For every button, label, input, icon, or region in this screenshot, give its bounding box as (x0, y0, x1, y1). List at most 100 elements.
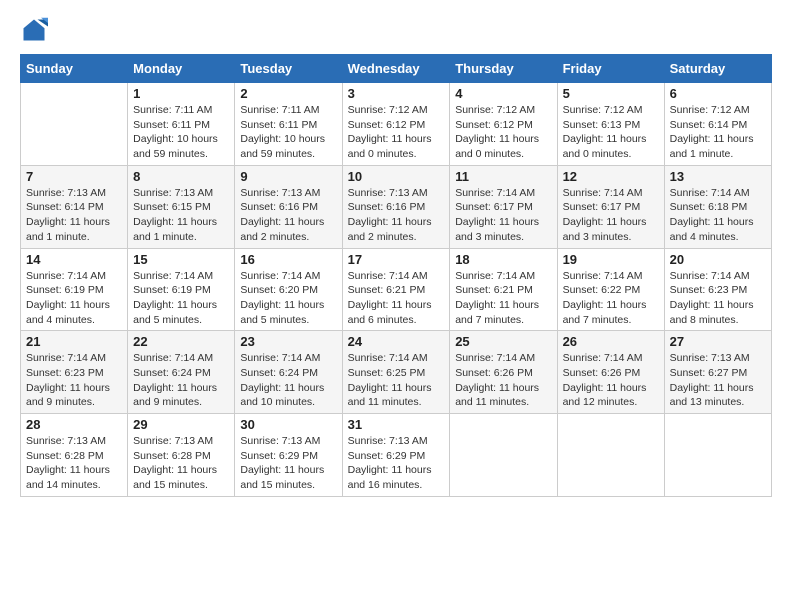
day-number: 11 (455, 169, 551, 184)
week-row-4: 21 Sunrise: 7:14 AM Sunset: 6:23 PM Dayli… (21, 331, 772, 414)
weekday-header-saturday: Saturday (664, 55, 771, 83)
day-number: 28 (26, 417, 122, 432)
day-info: Sunrise: 7:14 AM Sunset: 6:24 PM Dayligh… (133, 351, 229, 410)
weekday-header-row: SundayMondayTuesdayWednesdayThursdayFrid… (21, 55, 772, 83)
calendar-cell: 4Sunrise: 7:12 AM Sunset: 6:12 PM Daylig… (450, 83, 557, 166)
day-number: 2 (240, 86, 336, 101)
calendar-cell: 2 Sunrise: 7:11 AM Sunset: 6:11 PM Daylig… (235, 83, 342, 166)
calendar-cell (450, 414, 557, 497)
day-info: Sunrise: 7:14 AM Sunset: 6:22 PM Dayligh… (563, 269, 659, 328)
day-number: 29 (133, 417, 229, 432)
day-info: Sunrise: 7:13 AM Sunset: 6:29 PM Dayligh… (240, 434, 336, 493)
calendar-cell: 19 Sunrise: 7:14 AM Sunset: 6:22 PM Dayli… (557, 248, 664, 331)
day-info: Sunrise: 7:11 AM Sunset: 6:11 PM Dayligh… (133, 103, 229, 162)
day-info: Sunrise: 7:12 AM Sunset: 6:12 PM Dayligh… (348, 103, 445, 162)
day-info: Sunrise: 7:13 AM Sunset: 6:16 PM Dayligh… (240, 186, 336, 245)
day-number: 18 (455, 252, 551, 267)
day-info: Sunrise: 7:14 AM Sunset: 6:21 PM Dayligh… (348, 269, 445, 328)
calendar-cell (557, 414, 664, 497)
day-info: Sunrise: 7:13 AM Sunset: 6:27 PM Dayligh… (670, 351, 766, 410)
day-info: Sunrise: 7:14 AM Sunset: 6:24 PM Dayligh… (240, 351, 336, 410)
day-number: 27 (670, 334, 766, 349)
day-info: Sunrise: 7:13 AM Sunset: 6:28 PM Dayligh… (133, 434, 229, 493)
day-number: 17 (348, 252, 445, 267)
day-number: 8 (133, 169, 229, 184)
day-number: 25 (455, 334, 551, 349)
weekday-header-thursday: Thursday (450, 55, 557, 83)
calendar-cell: 6 Sunrise: 7:12 AM Sunset: 6:14 PM Daylig… (664, 83, 771, 166)
day-number: 21 (26, 334, 122, 349)
day-info: Sunrise: 7:13 AM Sunset: 6:16 PM Dayligh… (348, 186, 445, 245)
calendar-cell: 26 Sunrise: 7:14 AM Sunset: 6:26 PM Dayli… (557, 331, 664, 414)
calendar-cell: 5 Sunrise: 7:12 AM Sunset: 6:13 PM Daylig… (557, 83, 664, 166)
calendar-cell: 27 Sunrise: 7:13 AM Sunset: 6:27 PM Dayli… (664, 331, 771, 414)
day-number: 31 (348, 417, 445, 432)
calendar-cell: 11 Sunrise: 7:14 AM Sunset: 6:17 PM Dayli… (450, 165, 557, 248)
day-info: Sunrise: 7:14 AM Sunset: 6:23 PM Dayligh… (26, 351, 122, 410)
day-number: 9 (240, 169, 336, 184)
weekday-header-wednesday: Wednesday (342, 55, 450, 83)
weekday-header-monday: Monday (128, 55, 235, 83)
week-row-1: 1Sunrise: 7:11 AM Sunset: 6:11 PM Daylig… (21, 83, 772, 166)
day-number: 7 (26, 169, 122, 184)
weekday-header-friday: Friday (557, 55, 664, 83)
calendar-cell: 17 Sunrise: 7:14 AM Sunset: 6:21 PM Dayli… (342, 248, 450, 331)
calendar-cell: 1Sunrise: 7:11 AM Sunset: 6:11 PM Daylig… (128, 83, 235, 166)
calendar-cell: 21 Sunrise: 7:14 AM Sunset: 6:23 PM Dayli… (21, 331, 128, 414)
day-info: Sunrise: 7:14 AM Sunset: 6:23 PM Dayligh… (670, 269, 766, 328)
day-info: Sunrise: 7:14 AM Sunset: 6:25 PM Dayligh… (348, 351, 445, 410)
day-number: 26 (563, 334, 659, 349)
day-number: 14 (26, 252, 122, 267)
day-info: Sunrise: 7:13 AM Sunset: 6:29 PM Dayligh… (348, 434, 445, 493)
day-number: 10 (348, 169, 445, 184)
week-row-3: 14 Sunrise: 7:14 AM Sunset: 6:19 PM Dayli… (21, 248, 772, 331)
header (20, 16, 772, 44)
day-number: 5 (563, 86, 659, 101)
day-number: 3 (348, 86, 445, 101)
calendar-cell: 24 Sunrise: 7:14 AM Sunset: 6:25 PM Dayli… (342, 331, 450, 414)
calendar-cell: 28 Sunrise: 7:13 AM Sunset: 6:28 PM Dayli… (21, 414, 128, 497)
calendar-cell: 30Sunrise: 7:13 AM Sunset: 6:29 PM Dayli… (235, 414, 342, 497)
logo-icon (20, 16, 48, 44)
calendar-cell: 9 Sunrise: 7:13 AM Sunset: 6:16 PM Daylig… (235, 165, 342, 248)
calendar-cell: 3 Sunrise: 7:12 AM Sunset: 6:12 PM Daylig… (342, 83, 450, 166)
day-info: Sunrise: 7:14 AM Sunset: 6:17 PM Dayligh… (455, 186, 551, 245)
day-info: Sunrise: 7:14 AM Sunset: 6:26 PM Dayligh… (563, 351, 659, 410)
calendar-cell: 20 Sunrise: 7:14 AM Sunset: 6:23 PM Dayli… (664, 248, 771, 331)
calendar-cell: 31 Sunrise: 7:13 AM Sunset: 6:29 PM Dayli… (342, 414, 450, 497)
calendar-cell: 29 Sunrise: 7:13 AM Sunset: 6:28 PM Dayli… (128, 414, 235, 497)
day-number: 15 (133, 252, 229, 267)
day-info: Sunrise: 7:13 AM Sunset: 6:28 PM Dayligh… (26, 434, 122, 493)
calendar-cell (21, 83, 128, 166)
calendar-cell: 15 Sunrise: 7:14 AM Sunset: 6:19 PM Dayli… (128, 248, 235, 331)
calendar-cell: 8 Sunrise: 7:13 AM Sunset: 6:15 PM Daylig… (128, 165, 235, 248)
day-number: 16 (240, 252, 336, 267)
calendar-cell: 7 Sunrise: 7:13 AM Sunset: 6:14 PM Daylig… (21, 165, 128, 248)
day-info: Sunrise: 7:14 AM Sunset: 6:19 PM Dayligh… (26, 269, 122, 328)
day-number: 24 (348, 334, 445, 349)
day-info: Sunrise: 7:12 AM Sunset: 6:14 PM Dayligh… (670, 103, 766, 162)
day-info: Sunrise: 7:12 AM Sunset: 6:13 PM Dayligh… (563, 103, 659, 162)
calendar-cell: 18 Sunrise: 7:14 AM Sunset: 6:21 PM Dayli… (450, 248, 557, 331)
day-info: Sunrise: 7:13 AM Sunset: 6:14 PM Dayligh… (26, 186, 122, 245)
day-number: 19 (563, 252, 659, 267)
day-info: Sunrise: 7:14 AM Sunset: 6:20 PM Dayligh… (240, 269, 336, 328)
day-info: Sunrise: 7:14 AM Sunset: 6:17 PM Dayligh… (563, 186, 659, 245)
day-info: Sunrise: 7:14 AM Sunset: 6:26 PM Dayligh… (455, 351, 551, 410)
day-number: 6 (670, 86, 766, 101)
weekday-header-tuesday: Tuesday (235, 55, 342, 83)
weekday-header-sunday: Sunday (21, 55, 128, 83)
day-info: Sunrise: 7:14 AM Sunset: 6:21 PM Dayligh… (455, 269, 551, 328)
day-number: 13 (670, 169, 766, 184)
day-info: Sunrise: 7:13 AM Sunset: 6:15 PM Dayligh… (133, 186, 229, 245)
day-number: 12 (563, 169, 659, 184)
day-info: Sunrise: 7:11 AM Sunset: 6:11 PM Dayligh… (240, 103, 336, 162)
day-number: 20 (670, 252, 766, 267)
day-number: 22 (133, 334, 229, 349)
day-info: Sunrise: 7:14 AM Sunset: 6:19 PM Dayligh… (133, 269, 229, 328)
day-number: 4 (455, 86, 551, 101)
calendar-cell: 22 Sunrise: 7:14 AM Sunset: 6:24 PM Dayli… (128, 331, 235, 414)
calendar-cell (664, 414, 771, 497)
calendar-cell: 14 Sunrise: 7:14 AM Sunset: 6:19 PM Dayli… (21, 248, 128, 331)
week-row-5: 28 Sunrise: 7:13 AM Sunset: 6:28 PM Dayli… (21, 414, 772, 497)
